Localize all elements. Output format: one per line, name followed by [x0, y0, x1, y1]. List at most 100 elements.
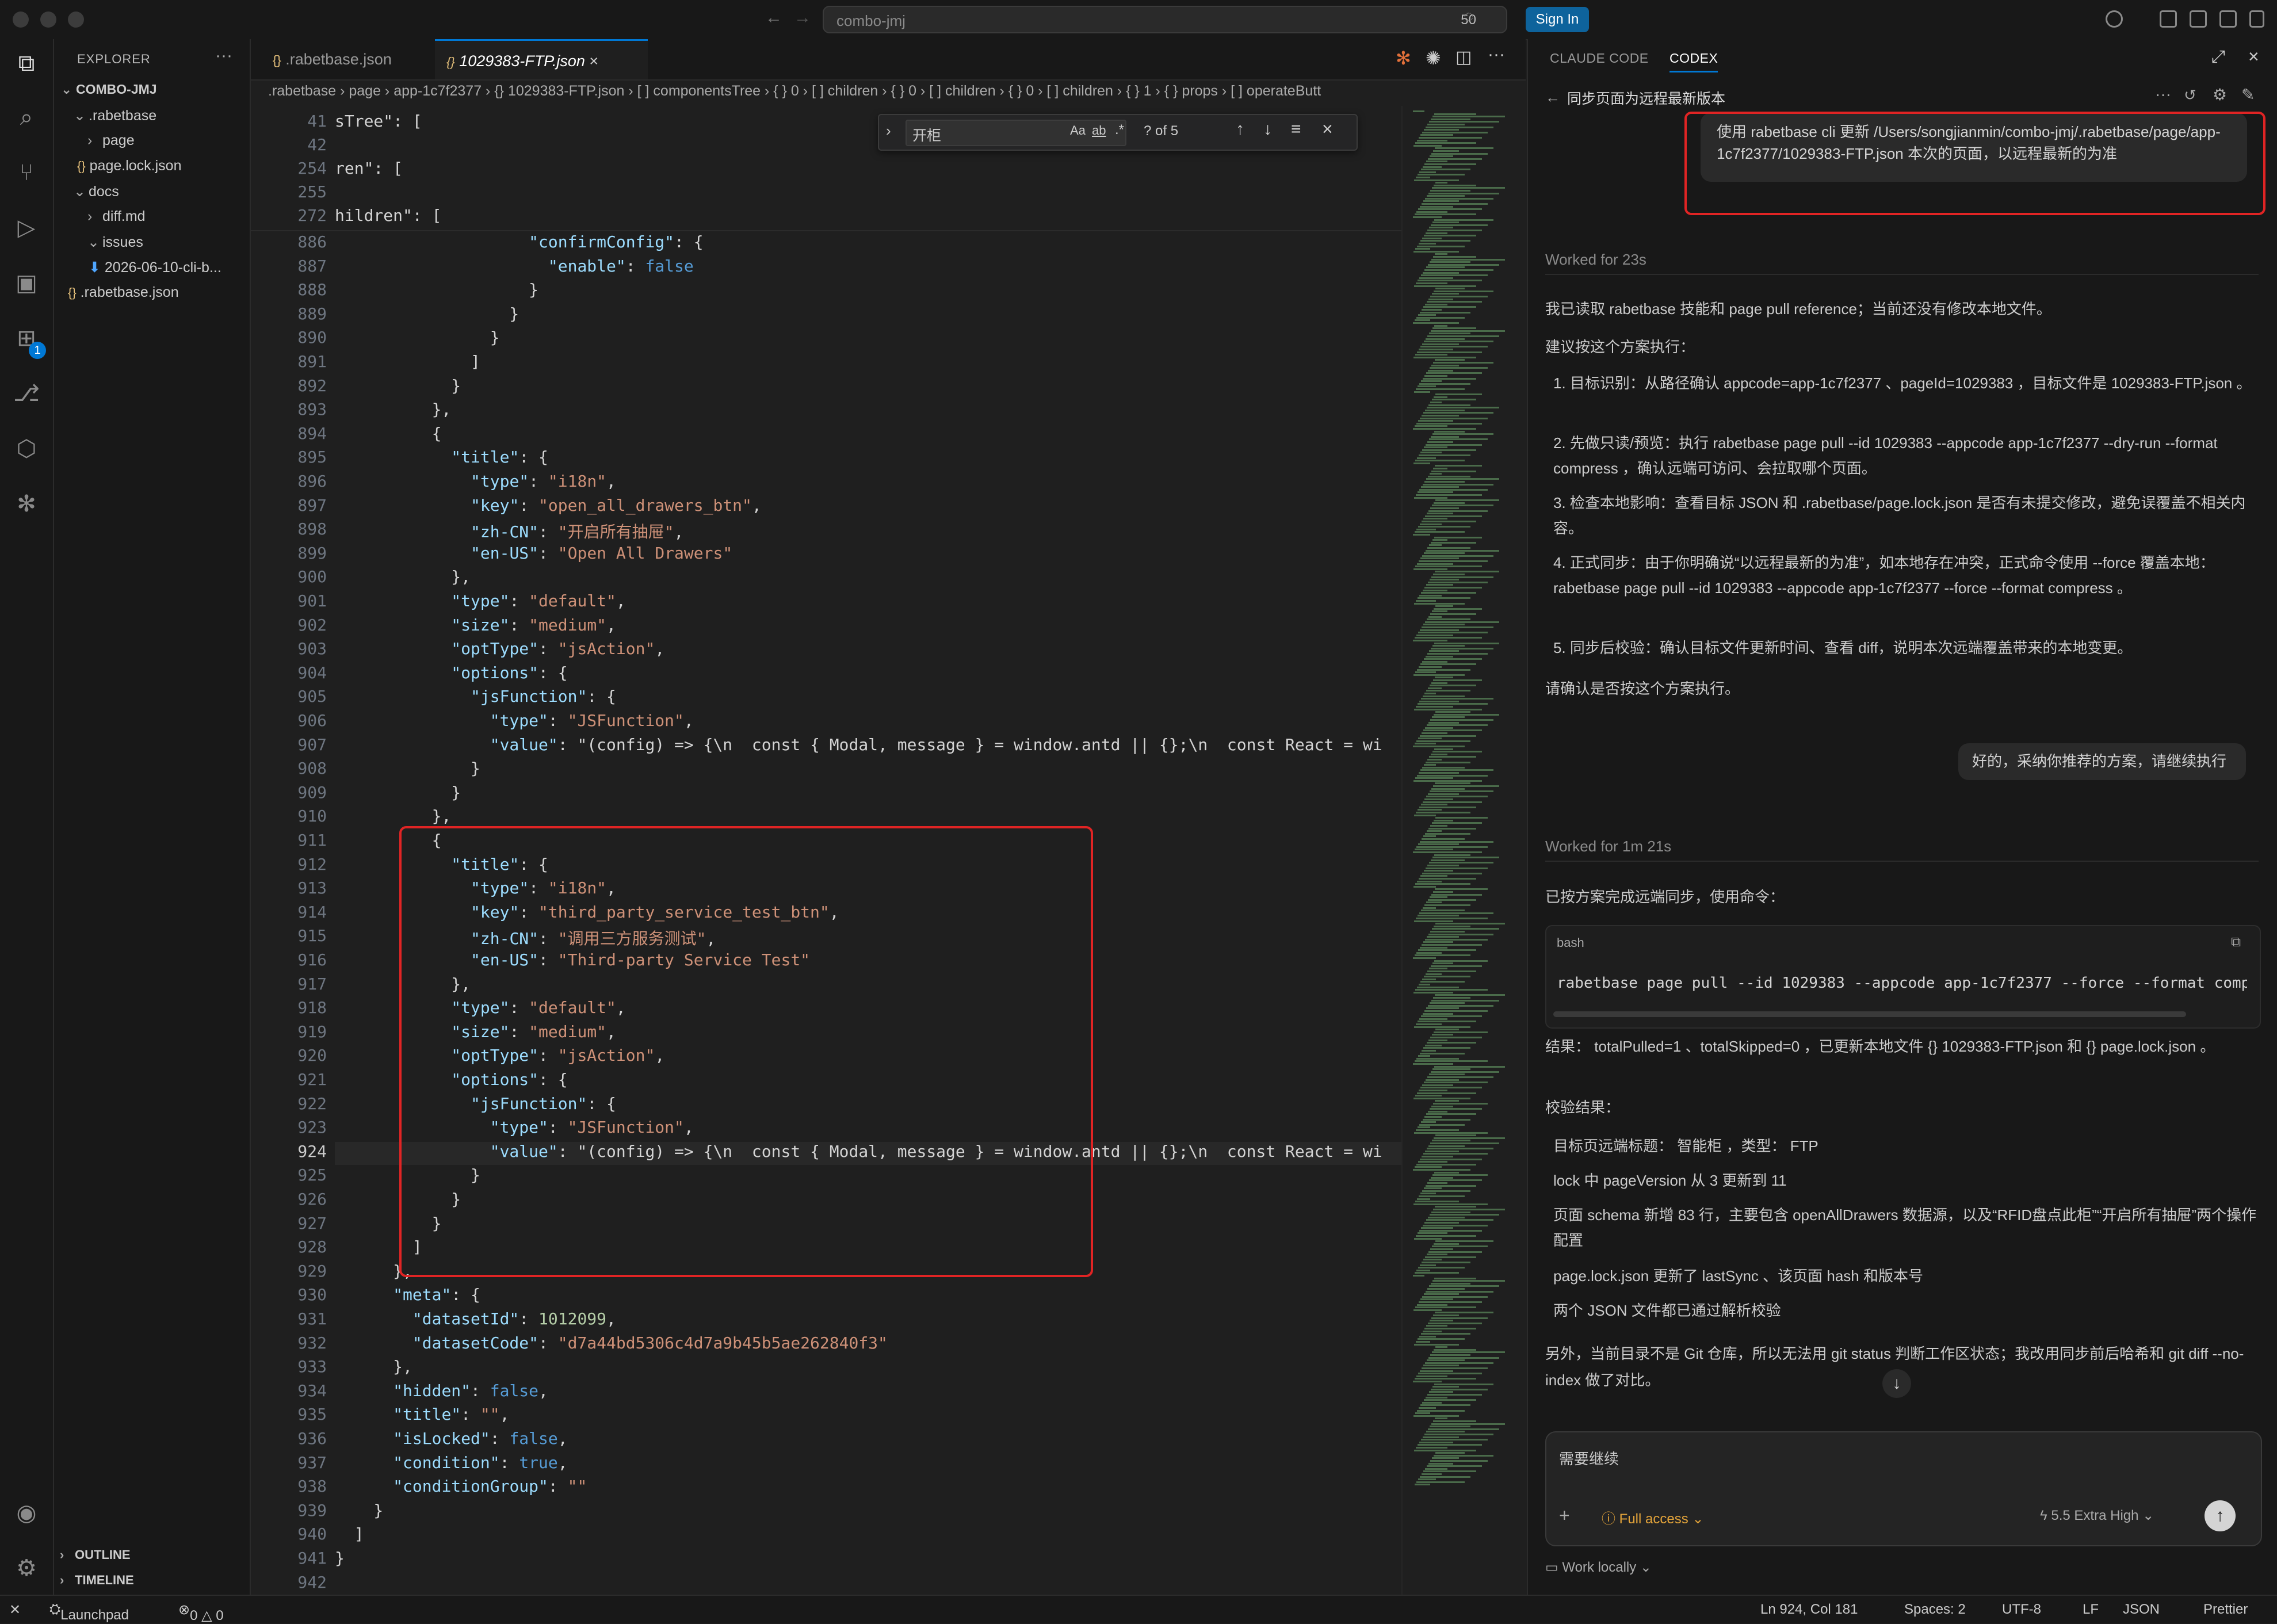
previous-match-icon[interactable]: ↑	[1236, 120, 1244, 139]
code-line[interactable]: },	[335, 1357, 412, 1376]
command-center-search[interactable]: combo-jmj 50	[823, 6, 1507, 33]
code-line[interactable]: "isLocked": false,	[335, 1429, 567, 1448]
editor-more-icon[interactable]: ···	[1488, 45, 1505, 64]
code-line[interactable]: "conditionGroup": ""	[335, 1477, 587, 1496]
code-line[interactable]: "title": {	[335, 448, 548, 467]
code-line[interactable]: },	[335, 400, 452, 419]
code-line[interactable]: },	[335, 567, 471, 586]
sticky-scroll-line[interactable]: ren": [	[335, 159, 403, 178]
chat-composer[interactable]: 需要继续 + ⓘ Full access ⌄ ϟ 5.5 Extra High …	[1545, 1431, 2262, 1546]
history-icon[interactable]: ↺	[2184, 86, 2196, 104]
scroll-down-icon[interactable]: ↓	[1882, 1369, 1911, 1398]
code-line[interactable]: "jsFunction": {	[335, 687, 616, 706]
sticky-scroll-line[interactable]: hildren": [	[335, 206, 441, 225]
prettier-item[interactable]: Prettier	[2203, 1602, 2248, 1618]
workspace-root[interactable]: ⌄ COMBO-JMJ	[61, 82, 157, 97]
code-line[interactable]: "condition": true,	[335, 1453, 567, 1472]
file-page-lock-json[interactable]: {} page.lock.json	[77, 158, 181, 174]
thread-more-icon[interactable]: ···	[2155, 85, 2171, 104]
git-graph-icon[interactable]: ⎇	[13, 380, 40, 407]
code-line[interactable]: ]	[335, 352, 480, 371]
new-chat-icon[interactable]: ✎	[2241, 85, 2255, 104]
folder-rabetbase[interactable]: ⌄ .rabetbase	[74, 107, 156, 124]
close-window-icon[interactable]	[13, 12, 29, 28]
code-line[interactable]: "value": "(config) => {\n const { Modal,…	[335, 735, 1382, 754]
claude-action-icon[interactable]: ✻	[1396, 47, 1411, 69]
close-panel-icon[interactable]: ×	[2248, 46, 2259, 67]
code-line[interactable]: "type": "default",	[335, 591, 625, 610]
language-mode[interactable]: JSON	[2123, 1602, 2160, 1618]
timeline-section[interactable]: › TIMELINE	[60, 1573, 134, 1588]
code-line[interactable]: }	[335, 280, 538, 299]
forward-arrow-icon[interactable]: →	[794, 8, 811, 28]
account-icon[interactable]: ◉	[13, 1499, 40, 1527]
more-actions-icon[interactable]: ···	[215, 46, 232, 66]
minimap[interactable]	[1401, 106, 1518, 1595]
source-control-icon[interactable]: ⑂	[13, 159, 40, 186]
code-line[interactable]: "size": "medium",	[335, 616, 616, 635]
back-arrow-icon[interactable]: ←	[765, 8, 782, 28]
openai-action-icon[interactable]: ✺	[1426, 47, 1441, 69]
outline-section[interactable]: › OUTLINE	[60, 1547, 131, 1562]
explorer-icon[interactable]: ⧉	[13, 49, 40, 77]
tab-1029383-ftp-json[interactable]: {} 1029383-FTP.json ×	[435, 39, 648, 79]
toggle-sidebar-icon[interactable]	[2160, 10, 2177, 28]
toggle-panel-icon[interactable]	[2190, 10, 2207, 28]
search-icon[interactable]: ⌕	[13, 104, 40, 131]
code-line[interactable]: "optType": "jsAction",	[335, 639, 664, 658]
close-tab-icon[interactable]: ×	[589, 52, 598, 70]
file-rabetbase-json[interactable]: {} .rabetbase.json	[68, 284, 179, 301]
code-line[interactable]: "type": "i18n",	[335, 472, 616, 491]
problems-item[interactable]: ⊗ 0 △ 0	[178, 1602, 224, 1623]
match-whole-word-icon[interactable]: ab	[1092, 123, 1106, 138]
code-line[interactable]: },	[335, 807, 452, 826]
worked-duration-2[interactable]: Worked for 1m 21s	[1545, 838, 1671, 855]
code-line[interactable]: "options": {	[335, 663, 567, 682]
chat-icon[interactable]: ◌	[1464, 7, 1474, 26]
code-line[interactable]: "key": "open_all_drawers_btn",	[335, 496, 762, 515]
minimize-window-icon[interactable]	[40, 12, 56, 28]
folder-docs[interactable]: ⌄ docs	[74, 183, 119, 200]
back-arrow-icon[interactable]: ←	[1545, 89, 1560, 106]
match-case-icon[interactable]: Aa	[1070, 123, 1086, 138]
split-editor-icon[interactable]: ◫	[1455, 47, 1472, 67]
attach-plus-icon[interactable]: +	[1559, 1505, 1570, 1526]
composer-input[interactable]: 需要继续	[1559, 1447, 1619, 1469]
work-locally-dropdown[interactable]: ▭ Work locally ⌄	[1545, 1559, 1652, 1576]
containers-icon[interactable]: ⬡	[13, 435, 40, 463]
code-line[interactable]: ]	[335, 1524, 364, 1543]
code-line[interactable]: {	[335, 424, 442, 443]
code-line[interactable]: }	[335, 1501, 383, 1520]
accounts-icon[interactable]	[2106, 10, 2123, 28]
code-line[interactable]: "datasetCode": "d7a44bd5306c4d7a9b45b5ae…	[335, 1333, 888, 1352]
cursor-position[interactable]: Ln 924, Col 181	[1760, 1602, 1858, 1618]
toggle-replace-icon[interactable]: ›	[886, 122, 891, 140]
send-icon[interactable]: ↑	[2205, 1500, 2236, 1531]
model-selector[interactable]: ϟ 5.5 Extra High ⌄	[2040, 1507, 2154, 1524]
settings-icon[interactable]: ⚙	[2213, 85, 2227, 104]
claude-icon[interactable]: ✻	[13, 490, 40, 518]
code-line[interactable]: }	[335, 783, 461, 802]
folder-issues[interactable]: ⌄ issues	[87, 234, 143, 251]
code-line[interactable]: "confirmConfig": {	[335, 232, 703, 251]
toggle-secondary-sidebar-icon[interactable]	[2219, 10, 2237, 28]
run-debug-icon[interactable]: ▷	[13, 214, 40, 242]
settings-gear-icon[interactable]: ⚙	[13, 1554, 40, 1582]
worked-duration-1[interactable]: Worked for 23s	[1545, 251, 1646, 269]
code-line[interactable]: "zh-CN": "开启所有抽屉",	[335, 519, 683, 542]
code-line[interactable]: "meta": {	[335, 1285, 480, 1304]
code-line[interactable]: }	[335, 1549, 345, 1568]
access-mode-dropdown[interactable]: ⓘ Full access ⌄	[1602, 1507, 1704, 1527]
file-issue-doc[interactable]: ⬇ 2026-06-10-cli-b...	[89, 259, 221, 276]
remote-explorer-icon[interactable]: ▣	[13, 269, 40, 297]
code-line[interactable]: }	[335, 376, 461, 395]
close-find-icon[interactable]: ×	[1322, 119, 1333, 140]
maximize-window-icon[interactable]	[68, 12, 84, 28]
tab-codex[interactable]: CODEX	[1669, 51, 1718, 72]
code-line[interactable]: "hidden": false,	[335, 1381, 548, 1400]
folder-page[interactable]: › page	[87, 132, 135, 149]
launchpad-item[interactable]: ⛭ Launchpad	[49, 1602, 129, 1623]
tab-claude-code[interactable]: CLAUDE CODE	[1550, 51, 1649, 66]
regex-icon[interactable]: .*	[1115, 122, 1124, 138]
file-diff-md[interactable]: › diff.md	[87, 208, 146, 225]
